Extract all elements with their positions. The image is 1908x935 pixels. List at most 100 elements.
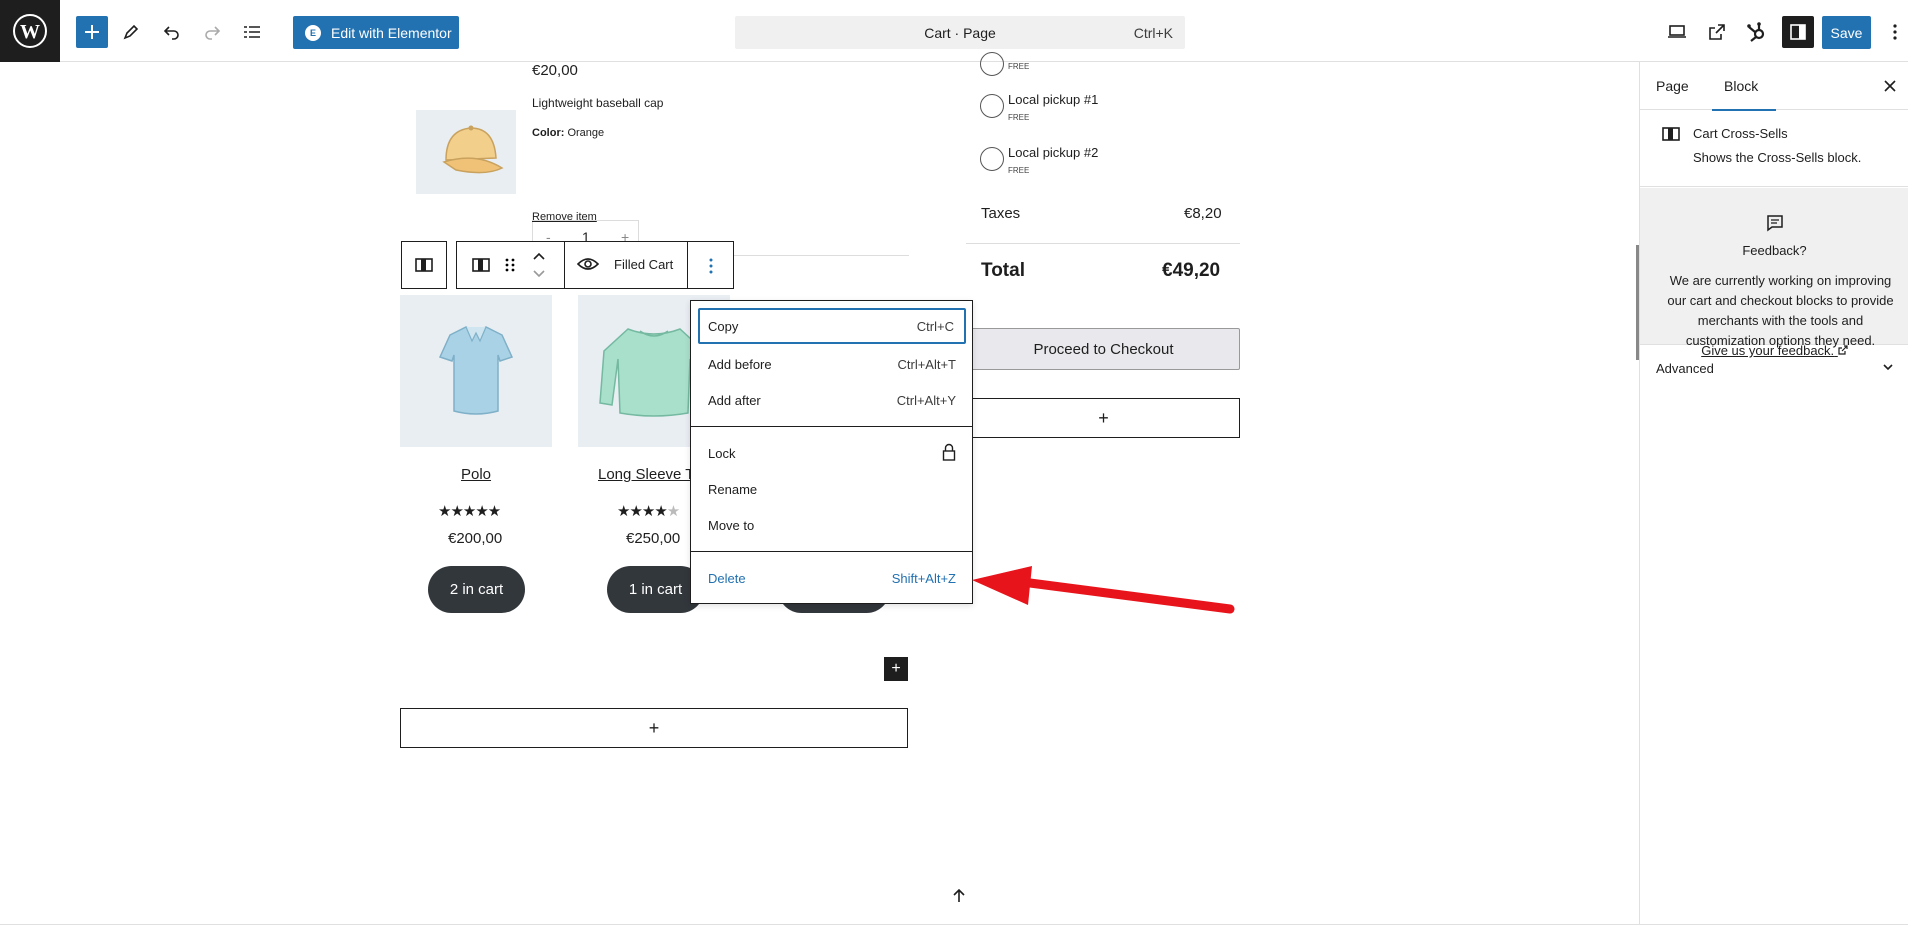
options-kebab-icon[interactable] xyxy=(1880,17,1908,47)
document-overview-icon[interactable] xyxy=(237,17,267,47)
menu-item-add-after[interactable]: Add after Ctrl+Alt+Y xyxy=(698,382,966,418)
tab-page[interactable]: Page xyxy=(1656,62,1689,110)
menu-item-shortcut: Ctrl+Alt+Y xyxy=(896,392,956,408)
menu-item-label: Move to xyxy=(708,517,755,533)
shipping-option-label: Local pickup #2 xyxy=(1008,145,1099,160)
menu-item-copy[interactable]: Copy Ctrl+C xyxy=(698,308,966,344)
feedback-body: We are currently working on improving ou… xyxy=(1667,273,1894,348)
block-card: Cart Cross-Sells Shows the Cross-Sells b… xyxy=(1640,110,1908,187)
elementor-button-label: Edit with Elementor xyxy=(331,24,452,41)
select-parent-block-button[interactable] xyxy=(401,241,447,289)
toolbar-separator xyxy=(687,242,688,288)
move-down-icon[interactable] xyxy=(532,267,546,285)
view-external-icon[interactable] xyxy=(1702,17,1732,47)
taxes-label: Taxes xyxy=(981,205,1021,222)
menu-item-move-to[interactable]: Move to xyxy=(698,507,966,543)
product-rating-stars: ★★★★★ xyxy=(438,503,501,520)
cross-sells-block-icon xyxy=(1662,126,1680,147)
product-price: €200,00 xyxy=(448,530,503,547)
block-breadcrumb-bar xyxy=(0,924,1908,935)
block-inserter-button[interactable]: + xyxy=(884,657,908,681)
add-to-cart-button[interactable]: 2 in cart xyxy=(428,566,525,613)
total-value: €49,20 xyxy=(1162,260,1221,281)
menu-item-add-before[interactable]: Add before Ctrl+Alt+T xyxy=(698,346,966,382)
redo-icon[interactable] xyxy=(197,17,227,47)
rating-filled: ★★★★ xyxy=(617,503,668,520)
block-options-menu: Copy Ctrl+C Add before Ctrl+Alt+T Add af… xyxy=(690,300,973,604)
device-preview-icon[interactable] xyxy=(1662,17,1692,47)
block-appender-button[interactable]: + xyxy=(967,398,1240,438)
total-label: Total xyxy=(981,260,1025,281)
svg-text:W: W xyxy=(20,21,40,43)
menu-item-rename[interactable]: Rename xyxy=(698,471,966,507)
product-title-link[interactable]: Polo xyxy=(461,466,491,483)
menu-item-shortcut: Shift+Alt+Z xyxy=(891,570,956,586)
hubspot-icon[interactable] xyxy=(1742,17,1772,47)
document-title: Cart · Page xyxy=(924,24,996,41)
cart-item-description: Lightweight baseball cap xyxy=(532,96,664,110)
undo-icon[interactable] xyxy=(157,17,187,47)
menu-item-lock[interactable]: Lock xyxy=(698,435,966,471)
product-price: €250,00 xyxy=(626,530,681,547)
chevron-down-icon xyxy=(1882,361,1894,376)
cross-sells-block-icon[interactable] xyxy=(472,257,490,278)
color-value: Orange xyxy=(567,127,605,139)
save-button[interactable]: Save xyxy=(1822,16,1871,49)
command-palette-bar[interactable]: Cart · Page Ctrl+K xyxy=(735,16,1185,49)
block-toolbar: Filled Cart xyxy=(456,241,734,289)
shipping-option-sub: FREE xyxy=(1008,113,1030,122)
command-shortcut: Ctrl+K xyxy=(1133,24,1173,41)
cart-block-icon xyxy=(415,258,433,272)
editor-top-toolbar: W E Edit with Elementor Cart · Page Ctrl… xyxy=(0,0,1908,62)
scroll-to-top-icon[interactable] xyxy=(953,888,965,906)
view-switcher-label[interactable]: Filled Cart xyxy=(614,257,673,272)
product-rating-stars: ★★★★★ xyxy=(617,502,680,520)
move-up-icon[interactable] xyxy=(532,249,546,267)
settings-sidebar-toggle-icon[interactable] xyxy=(1782,16,1814,48)
menu-item-delete[interactable]: Delete Shift+Alt+Z xyxy=(698,560,966,596)
add-block-button[interactable] xyxy=(76,16,108,48)
menu-item-label: Rename xyxy=(708,481,758,497)
drag-handle-icon[interactable] xyxy=(505,257,515,278)
shipping-radio-pickup-2[interactable] xyxy=(980,147,1004,171)
shipping-radio-free[interactable] xyxy=(980,52,1004,76)
menu-item-label: Delete xyxy=(708,570,746,586)
feedback-panel: Feedback? We are currently working on im… xyxy=(1640,188,1908,358)
feedback-title: Feedback? xyxy=(1742,243,1807,258)
tab-block[interactable]: Block xyxy=(1712,62,1776,111)
block-appender-button[interactable]: + xyxy=(400,708,908,748)
proceed-to-checkout-button[interactable]: Proceed to Checkout xyxy=(967,328,1240,370)
menu-item-label: Copy xyxy=(708,318,739,334)
sidebar-tabs: Page Block xyxy=(1640,62,1908,111)
menu-item-shortcut: Ctrl+C xyxy=(916,318,954,334)
advanced-label: Advanced xyxy=(1656,361,1714,376)
edit-with-elementor-button[interactable]: E Edit with Elementor xyxy=(293,16,459,49)
shipping-option-sub: FREE xyxy=(1008,62,1030,71)
block-options-kebab-icon[interactable] xyxy=(708,257,714,280)
feedback-icon xyxy=(1766,214,1784,235)
lock-icon xyxy=(942,443,956,464)
totals-divider xyxy=(966,243,1240,244)
tools-pen-icon[interactable] xyxy=(116,17,146,47)
shipping-radio-pickup-1[interactable] xyxy=(980,94,1004,118)
cart-item-variation: Color: Orange xyxy=(532,127,604,139)
toolbar-separator xyxy=(564,242,565,288)
taxes-value: €8,20 xyxy=(1184,205,1222,222)
advanced-panel-toggle[interactable]: Advanced xyxy=(1640,345,1908,393)
menu-divider xyxy=(691,426,972,427)
cart-item-price: €20,00 xyxy=(532,62,578,79)
menu-item-label: Add before xyxy=(708,356,772,372)
menu-item-shortcut: Ctrl+Alt+T xyxy=(897,356,956,372)
wordpress-logo-icon[interactable]: W xyxy=(0,0,60,62)
product-title-link[interactable]: Long Sleeve T xyxy=(598,466,694,483)
rating-empty: ★ xyxy=(666,503,680,520)
menu-divider xyxy=(691,551,972,552)
eye-icon[interactable] xyxy=(576,256,600,277)
cap-product-image xyxy=(416,110,516,194)
elementor-icon: E xyxy=(305,24,321,41)
close-icon[interactable] xyxy=(1884,76,1896,97)
shipping-option-sub: FREE xyxy=(1008,166,1030,175)
settings-sidebar: Page Block Cart Cross-Sells Shows the Cr… xyxy=(1639,62,1908,924)
polo-product-image xyxy=(400,295,552,447)
remove-item-link[interactable]: Remove item xyxy=(532,211,597,223)
